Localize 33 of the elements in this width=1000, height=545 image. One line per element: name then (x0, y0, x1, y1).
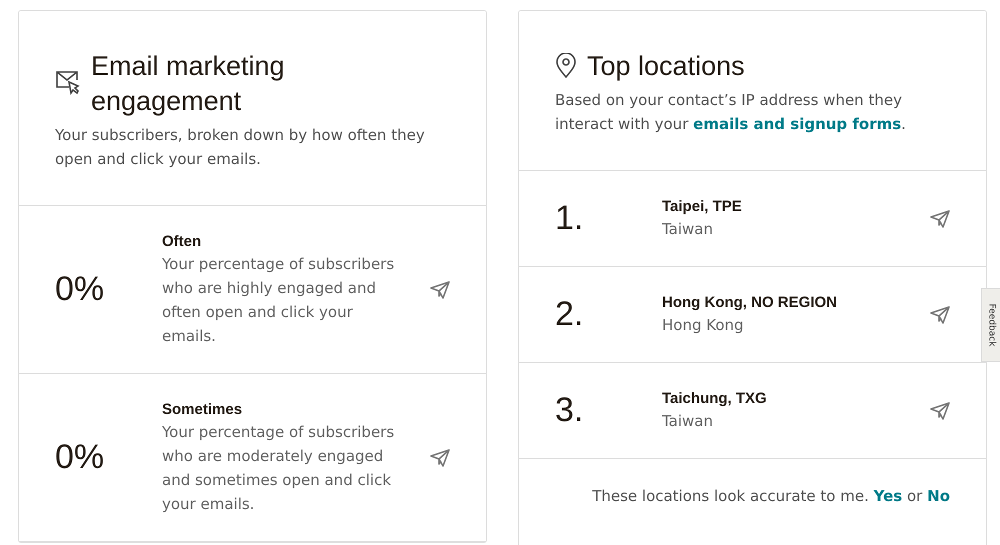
feedback-label: Feedback (985, 304, 997, 346)
location-rank: 1. (555, 199, 584, 238)
paper-plane-icon (930, 402, 950, 420)
feedback-question: These locations look accurate to me. (592, 487, 869, 505)
paper-plane-icon (930, 306, 950, 324)
card-title: Top locations (587, 50, 745, 83)
emails-forms-link[interactable]: emails and signup forms (693, 115, 902, 133)
paper-plane-icon (430, 448, 450, 466)
engagement-description: Your percentage of subscribers who are moderately engaged and sometimes open and click your emails. (162, 422, 396, 514)
paper-plane-icon (430, 280, 450, 298)
percentage-value: 0% (55, 270, 106, 309)
no-link[interactable]: No (927, 487, 950, 505)
or-text: or (907, 487, 922, 505)
yes-link[interactable]: Yes (874, 487, 902, 505)
engagement-label: Sometimes (162, 400, 244, 420)
location-pin-icon (555, 53, 577, 79)
paper-plane-icon (930, 210, 950, 228)
location-country: Taiwan (662, 410, 714, 432)
location-country: Taiwan (662, 218, 714, 240)
location-country: Hong Kong (662, 314, 745, 336)
location-city: Hong Kong, NO REGION (662, 292, 838, 312)
feedback-tab[interactable]: Feedback (981, 288, 1000, 362)
engagement-label: Often (162, 232, 202, 252)
card-description: Your subscribers, broken down by how often they open and click your emails. (55, 125, 426, 170)
location-rank: 3. (555, 391, 584, 430)
location-city: Taichung, TXG (662, 388, 768, 408)
engagement-description: Your percentage of subscribers who are highly engaged and often open and click your emails. (162, 254, 396, 346)
card-description: Based on your contact’s IP address when they interact with your emails and signup forms. (555, 90, 907, 135)
location-rank: 2. (555, 295, 584, 334)
envelope-cursor-icon (55, 69, 81, 95)
percentage-value: 0% (55, 438, 106, 477)
location-city: Taipei, TPE (662, 196, 743, 216)
card-title: Email marketing engagement (91, 50, 286, 118)
